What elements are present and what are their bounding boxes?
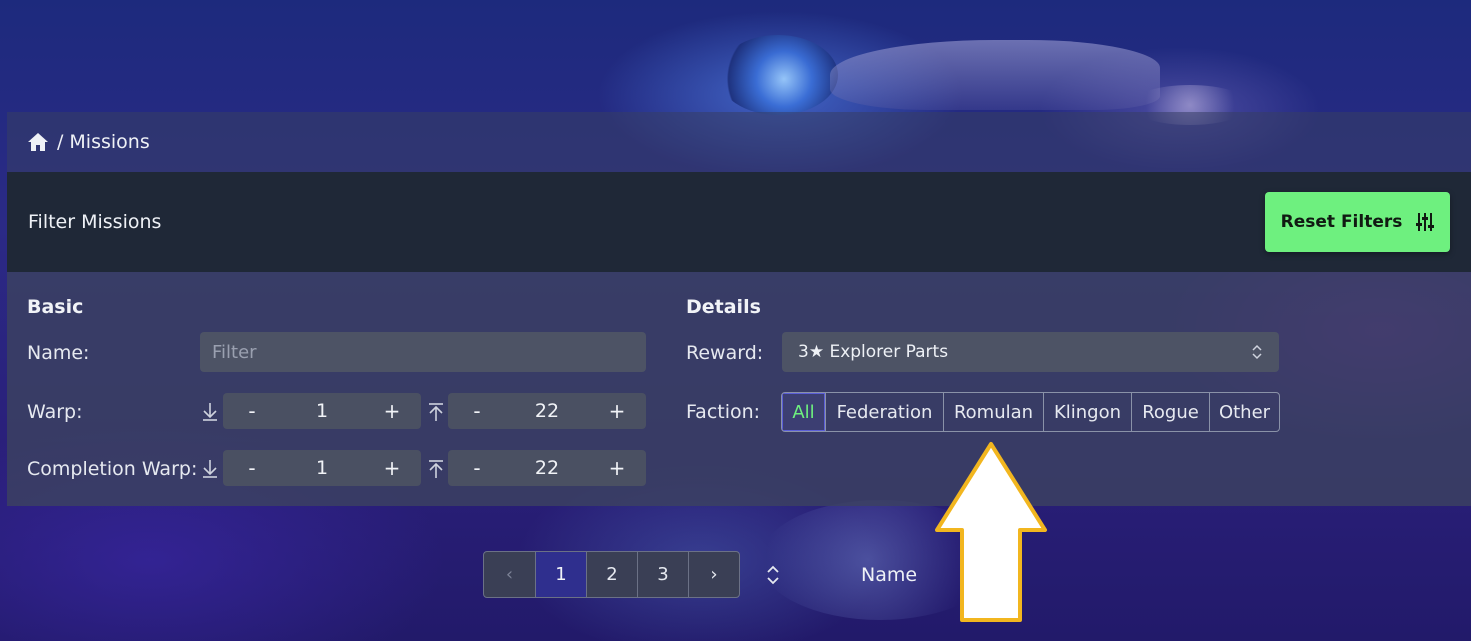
warp-min-increment-button[interactable]: + [363,399,421,423]
name-filter-input[interactable] [200,332,646,372]
warp-min-stepper: - 1 + [223,393,421,429]
faction-button-group: All Federation Romulan Klingon Rogue Oth… [781,392,1280,432]
background-ship-hull [830,40,1160,110]
details-section-title: Details [686,296,761,318]
faction-rogue-button[interactable]: Rogue [1131,393,1209,431]
completion-warp-max-stepper: - 22 + [448,450,646,486]
reset-filters-button[interactable]: Reset Filters [1265,192,1450,252]
reward-label: Reward: [686,342,764,364]
reset-filters-label: Reset Filters [1280,212,1403,232]
page-2-button[interactable]: 2 [586,552,637,597]
reward-selected-value: 3★ Explorer Parts [798,342,949,362]
name-label: Name: [27,342,90,364]
home-icon[interactable] [27,132,49,152]
warp-min-value[interactable]: 1 [281,400,363,422]
warp-max-decrement-button[interactable]: - [448,399,506,423]
select-chevrons-icon [1252,344,1262,360]
pagination: ‹ 1 2 3 › [483,551,740,598]
breadcrumb-separator: / [57,131,64,153]
prev-page-button[interactable]: ‹ [484,552,535,597]
max-arrow-icon [429,460,443,478]
page-1-button[interactable]: 1 [535,552,586,597]
completion-min-value[interactable]: 1 [281,457,363,479]
completion-max-decrement-button[interactable]: - [448,456,506,480]
completion-warp-min-stepper: - 1 + [223,450,421,486]
breadcrumb: / Missions [7,112,1471,172]
warp-min-decrement-button[interactable]: - [223,399,281,423]
sliders-icon [1416,213,1435,231]
completion-max-increment-button[interactable]: + [588,456,646,480]
faction-klingon-button[interactable]: Klingon [1043,393,1131,431]
next-page-button[interactable]: › [688,552,739,597]
sort-field-label[interactable]: Name [861,564,917,586]
completion-warp-label: Completion Warp: [27,458,198,480]
faction-other-button[interactable]: Other [1209,393,1279,431]
panel-title: Filter Missions [28,211,162,233]
min-arrow-icon [203,403,217,421]
page-3-button[interactable]: 3 [637,552,688,597]
completion-min-increment-button[interactable]: + [363,456,421,480]
basic-section-title: Basic [27,296,84,318]
faction-federation-button[interactable]: Federation [825,393,943,431]
min-arrow-icon [203,460,217,478]
warp-max-stepper: - 22 + [448,393,646,429]
filter-panel-body: Basic Name: Warp: - 1 + - 22 + Completio… [7,272,1471,506]
breadcrumb-current: Missions [69,131,150,153]
filter-panel-header: Filter Missions Reset Filters [7,172,1471,272]
completion-min-decrement-button[interactable]: - [223,456,281,480]
warp-max-increment-button[interactable]: + [588,399,646,423]
reward-select[interactable]: 3★ Explorer Parts [782,332,1279,372]
max-arrow-icon [429,403,443,421]
faction-romulan-button[interactable]: Romulan [943,393,1043,431]
faction-label: Faction: [686,401,761,423]
completion-max-value[interactable]: 22 [506,457,588,479]
background-ship-engine [718,35,838,115]
faction-all-button[interactable]: All [782,393,825,431]
sort-direction-icon[interactable] [764,563,782,587]
warp-max-value[interactable]: 22 [506,400,588,422]
warp-label: Warp: [27,401,83,423]
annotation-arrow-icon [935,442,1047,622]
